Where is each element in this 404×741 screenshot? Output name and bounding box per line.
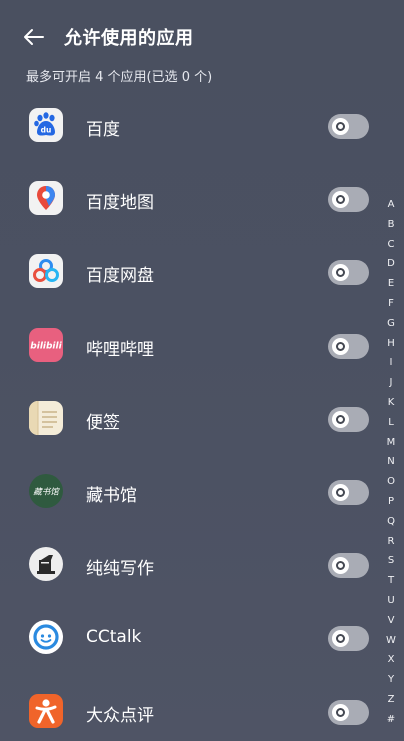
baidu-icon-text: du xyxy=(41,126,52,135)
app-row-cangshuguan[interactable]: 藏书馆 藏书馆 xyxy=(0,456,380,529)
bilibili-icon-text: bilibili xyxy=(30,341,62,351)
index-letter-e[interactable]: E xyxy=(388,274,394,294)
app-name: 哔哩哔哩 xyxy=(86,339,154,360)
chunchun-writing-icon xyxy=(29,547,63,582)
enable-toggle-dianping[interactable] xyxy=(328,699,369,725)
toggle-knob xyxy=(332,337,349,355)
index-letter-v[interactable]: V xyxy=(388,611,395,631)
app-name: 便签 xyxy=(86,412,120,433)
app-row-notes[interactable]: 便签 xyxy=(0,383,380,456)
back-arrow-icon xyxy=(24,29,44,45)
app-row-baidu[interactable]: du 百度 xyxy=(0,90,380,163)
app-name: 百度地图 xyxy=(86,193,154,214)
index-letter-m[interactable]: M xyxy=(387,433,396,453)
app-row-dianping[interactable]: 大众点评 xyxy=(0,676,380,741)
enable-toggle-baidu[interactable] xyxy=(328,114,369,139)
back-button[interactable] xyxy=(20,24,48,50)
header: 允许使用的应用 最多可开启 4 个应用(已选 0 个) xyxy=(0,0,404,85)
app-name: 百度 xyxy=(86,120,120,140)
toggle-knob xyxy=(332,703,349,721)
index-letter-q[interactable]: Q xyxy=(387,512,395,532)
index-letter-u[interactable]: U xyxy=(387,591,394,611)
app-list: du 百度 百度地图 百度网盘 bilibili 哔哩哔哩 便签 藏书馆 藏书馆… xyxy=(0,90,380,741)
index-letter-g[interactable]: G xyxy=(387,314,395,334)
app-row-cctalk[interactable]: CCtalk xyxy=(0,602,380,675)
app-name: CCtalk xyxy=(86,627,142,648)
toggle-knob xyxy=(332,410,349,428)
index-letter-y[interactable]: Y xyxy=(388,670,394,690)
enable-toggle-cangshuguan[interactable] xyxy=(328,479,369,505)
alphabet-index[interactable]: A B C D E F G H I J K L M N O P Q R S T … xyxy=(382,195,400,730)
index-letter-r[interactable]: R xyxy=(388,532,395,552)
index-letter-x[interactable]: X xyxy=(388,650,395,670)
enable-toggle-bilibili[interactable] xyxy=(328,333,369,359)
toggle-knob xyxy=(332,264,349,282)
enable-toggle-notes[interactable] xyxy=(328,406,369,432)
app-row-chunchun-writing[interactable]: 纯纯写作 xyxy=(0,529,380,602)
index-letter-hash[interactable]: # xyxy=(387,710,395,730)
index-letter-i[interactable]: I xyxy=(390,353,393,373)
index-letter-o[interactable]: O xyxy=(387,472,395,492)
baidu-map-icon xyxy=(29,181,63,216)
index-letter-t[interactable]: T xyxy=(388,571,394,591)
index-letter-h[interactable]: H xyxy=(387,334,395,354)
enable-toggle-cctalk[interactable] xyxy=(328,626,369,652)
enable-toggle-baidu-map[interactable] xyxy=(328,187,369,213)
baidu-netdisk-icon xyxy=(29,254,63,289)
app-name: 纯纯写作 xyxy=(86,559,154,580)
app-name: 大众点评 xyxy=(86,705,154,726)
enable-toggle-baidu-netdisk[interactable] xyxy=(328,260,369,286)
enable-toggle-chunchun-writing[interactable] xyxy=(328,553,369,579)
index-letter-n[interactable]: N xyxy=(387,452,394,472)
page-title: 允许使用的应用 xyxy=(64,28,194,49)
index-letter-d[interactable]: D xyxy=(387,254,395,274)
index-letter-l[interactable]: L xyxy=(388,413,394,433)
index-letter-z[interactable]: Z xyxy=(388,690,395,710)
cangshuguan-icon: 藏书馆 xyxy=(29,473,63,508)
toggle-knob xyxy=(332,557,349,575)
index-letter-p[interactable]: P xyxy=(388,492,394,512)
toggle-knob xyxy=(332,630,349,648)
toggle-knob xyxy=(332,483,349,501)
app-name: 藏书馆 xyxy=(86,485,137,506)
app-row-bilibili[interactable]: bilibili 哔哩哔哩 xyxy=(0,310,380,383)
toggle-knob xyxy=(332,191,349,209)
index-letter-b[interactable]: B xyxy=(388,215,395,235)
dianping-icon xyxy=(29,693,63,728)
selection-limit-note: 最多可开启 4 个应用(已选 0 个) xyxy=(26,70,213,85)
index-letter-c[interactable]: C xyxy=(388,235,395,255)
toggle-knob xyxy=(332,118,349,135)
index-letter-a[interactable]: A xyxy=(388,195,395,215)
index-letter-w[interactable]: W xyxy=(386,631,396,651)
app-row-baidu-map[interactable]: 百度地图 xyxy=(0,163,380,236)
app-name: 百度网盘 xyxy=(86,266,154,287)
index-letter-f[interactable]: F xyxy=(388,294,394,314)
notes-icon xyxy=(29,400,63,435)
index-letter-s[interactable]: S xyxy=(388,551,394,571)
baidu-icon: du xyxy=(29,108,63,142)
bilibili-icon: bilibili xyxy=(29,327,63,362)
index-letter-k[interactable]: K xyxy=(388,393,395,413)
cctalk-icon xyxy=(29,620,63,655)
cangshuguan-icon-text: 藏书馆 xyxy=(33,486,60,497)
index-letter-j[interactable]: J xyxy=(390,373,393,393)
app-row-baidu-netdisk[interactable]: 百度网盘 xyxy=(0,236,380,309)
